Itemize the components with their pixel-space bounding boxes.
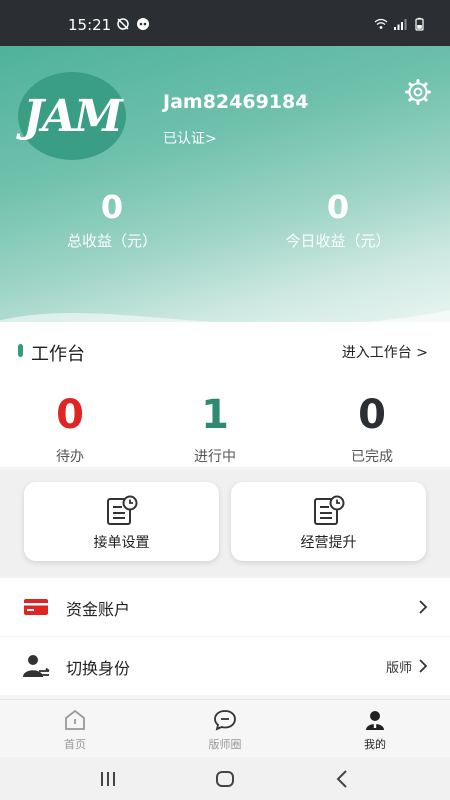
total-earnings: 0 总收益（元）: [52, 188, 172, 251]
workbench-title: 工作台: [31, 344, 85, 365]
counter-in-progress-value: 1: [201, 392, 229, 438]
workbench-section: 工作台 进入工作台 > 0 待办 1 进行中 0 已完成: [0, 322, 450, 467]
profile-header: JAM Jam82469184 已认证> 0 总收益（元） 0 今日收益（元）: [0, 46, 450, 336]
counter-completed[interactable]: 0 已完成: [317, 392, 427, 466]
avatar-logo-text: JAM: [23, 90, 123, 142]
recent-apps-icon[interactable]: [97, 769, 119, 789]
counter-todo-label: 待办: [56, 449, 84, 465]
back-icon[interactable]: [332, 769, 354, 789]
section-marker: [18, 344, 23, 357]
counter-todo-value: 0: [56, 392, 84, 438]
home-button-icon[interactable]: [214, 769, 236, 789]
menu-item-wallet[interactable]: 资金账户: [0, 578, 450, 636]
counter-completed-label: 已完成: [351, 449, 393, 465]
shortcut-cards: 接单设置 经营提升: [0, 470, 450, 576]
counter-completed-value: 0: [358, 392, 386, 438]
tab-mine[interactable]: 我的: [330, 708, 420, 752]
chevron-right-icon: [419, 600, 428, 614]
counter-in-progress[interactable]: 1 进行中: [160, 392, 270, 466]
wallet-card-icon: [24, 599, 48, 615]
switch-identity-label: 切换身份: [66, 659, 131, 678]
avatar[interactable]: JAM: [18, 72, 126, 160]
bottom-tab-bar: 首页 版师圈 我的: [0, 699, 450, 757]
tab-pattern-circle[interactable]: 版师圈: [180, 708, 270, 752]
menu-item-switch-identity[interactable]: 切换身份 版师: [0, 637, 450, 695]
today-earnings-label: 今日收益（元）: [285, 232, 391, 250]
wallet-label: 资金账户: [66, 600, 131, 619]
enter-workbench-link[interactable]: 进入工作台 >: [342, 342, 428, 362]
game-icon: [137, 18, 149, 30]
username: Jam82469184: [163, 91, 309, 113]
tab-pattern-circle-label: 版师圈: [208, 738, 242, 751]
chevron-right-icon: [419, 659, 428, 673]
verified-status-link[interactable]: 已认证>: [163, 128, 217, 148]
battery-icon: [415, 17, 424, 31]
system-navigation-bar: [0, 757, 450, 800]
switch-user-icon: [23, 655, 50, 677]
user-icon: [366, 711, 384, 730]
home-icon: [65, 709, 85, 730]
status-time: 15:21: [68, 16, 112, 34]
tab-home-label: 首页: [64, 738, 86, 751]
current-identity-value: 版师: [385, 661, 412, 676]
alarm-off-icon: [117, 18, 129, 30]
order-settings-icon: [106, 495, 137, 525]
gear-icon[interactable]: [404, 78, 432, 106]
today-earnings-value: 0: [326, 188, 350, 226]
counter-todo[interactable]: 0 待办: [15, 392, 125, 466]
tab-mine-label: 我的: [364, 738, 386, 751]
tab-home[interactable]: 首页: [30, 708, 120, 752]
wifi-icon: [374, 18, 388, 29]
total-earnings-value: 0: [100, 188, 124, 226]
total-earnings-label: 总收益（元）: [66, 232, 157, 250]
status-bar: 15:21: [0, 0, 450, 46]
today-earnings: 0 今日收益（元）: [268, 188, 408, 251]
chat-icon: [214, 710, 236, 731]
business-improve-card[interactable]: 经营提升: [231, 482, 426, 561]
signal-icon: [394, 19, 407, 30]
order-settings-card[interactable]: 接单设置: [24, 482, 219, 561]
order-settings-label: 接单设置: [93, 535, 150, 551]
counter-in-progress-label: 进行中: [194, 449, 236, 465]
business-improve-icon: [313, 495, 344, 525]
business-improve-label: 经营提升: [300, 535, 357, 551]
